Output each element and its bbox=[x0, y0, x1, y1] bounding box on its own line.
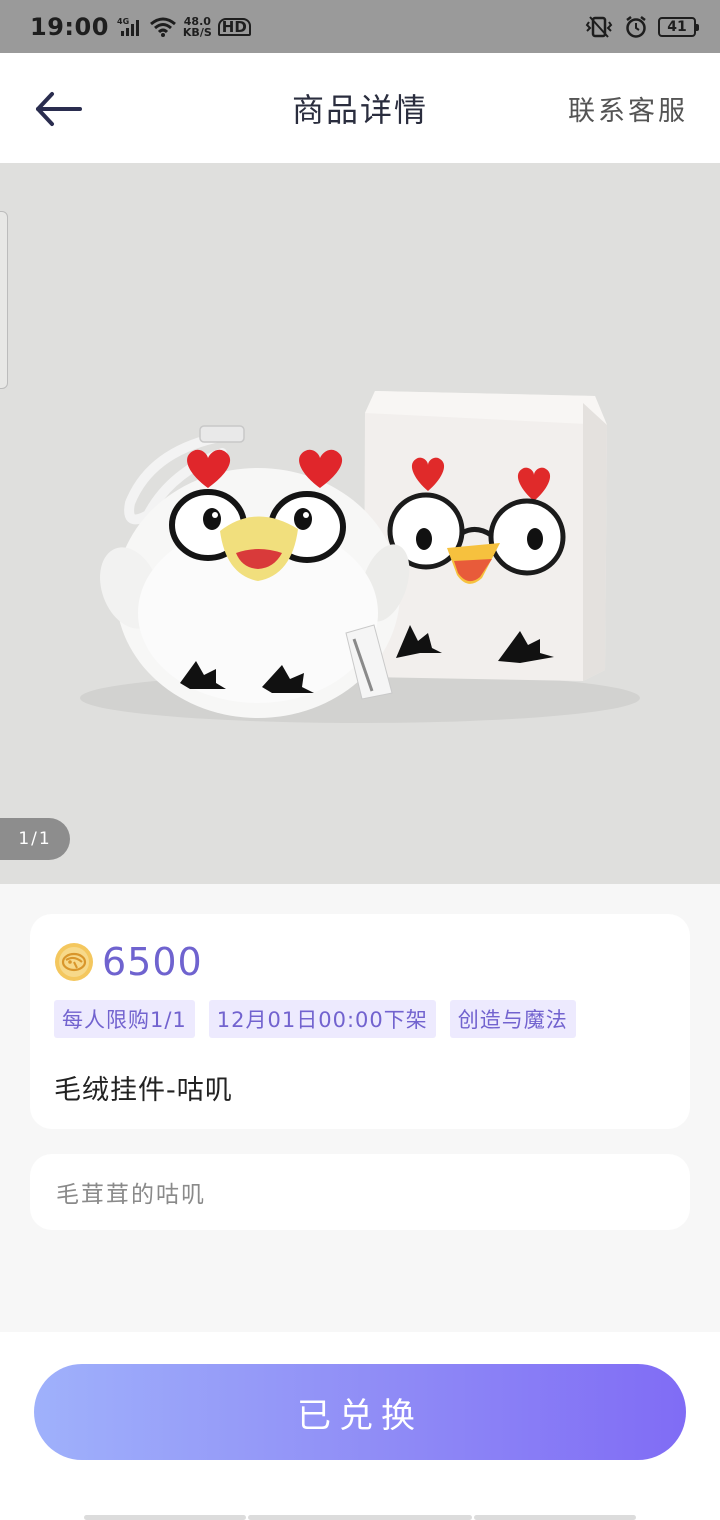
status-time: 19:00 bbox=[30, 12, 109, 41]
contact-service-link[interactable]: 联系客服 bbox=[568, 53, 688, 163]
status-bar: 19:00 4G 48.0 KB/S HD 41 bbox=[0, 0, 720, 53]
nav-indicator-right bbox=[474, 1515, 636, 1520]
network-speed: 48.0 KB/S bbox=[183, 16, 212, 38]
product-description: 毛茸茸的咕叽 bbox=[56, 1182, 206, 1208]
svg-text:4G: 4G bbox=[117, 17, 129, 26]
header-bar: 商品详情 联系客服 bbox=[0, 53, 720, 163]
battery-indicator: 41 bbox=[658, 16, 699, 37]
status-right-icons: 41 bbox=[584, 15, 699, 39]
gallery-pager: 1/1 bbox=[0, 818, 70, 860]
product-info-card: 6500 每人限购1/1 12月01日00:00下架 创造与魔法 毛绒挂件-咕叽 bbox=[30, 914, 690, 1129]
product-detail-screen: 19:00 4G 48.0 KB/S HD 41 商品详情 联系客服 1/1 6… bbox=[0, 0, 720, 1520]
network-speed-unit: KB/S bbox=[182, 25, 212, 39]
network-speed-value: 48.0 bbox=[183, 14, 211, 28]
product-photo bbox=[80, 391, 640, 723]
product-description-card: 毛茸茸的咕叽 bbox=[30, 1154, 690, 1230]
coin-icon bbox=[55, 943, 93, 981]
signal-4g-icon: 4G bbox=[117, 17, 139, 36]
wifi-icon bbox=[149, 17, 176, 37]
price-row: 6500 bbox=[54, 940, 666, 984]
tag-game: 创造与魔法 bbox=[449, 1000, 576, 1038]
status-left-icons: 4G 48.0 KB/S HD bbox=[117, 16, 251, 38]
nav-indicator-center bbox=[248, 1515, 472, 1520]
price-value: 6500 bbox=[102, 940, 203, 984]
product-image-gallery[interactable]: 1/1 bbox=[0, 163, 720, 884]
tag-list: 每人限购1/1 12月01日00:00下架 创造与魔法 bbox=[54, 1000, 666, 1038]
redeem-button[interactable]: 已兑换 bbox=[34, 1364, 686, 1460]
tag-purchase-limit: 每人限购1/1 bbox=[54, 1000, 195, 1038]
battery-level: 41 bbox=[667, 18, 687, 35]
arrow-left-icon bbox=[36, 92, 82, 126]
bottom-action-bar: 已兑换 bbox=[0, 1332, 720, 1520]
tag-delist-time: 12月01日00:00下架 bbox=[208, 1000, 436, 1038]
product-name: 毛绒挂件-咕叽 bbox=[54, 1075, 233, 1106]
hd-badge: HD bbox=[217, 17, 251, 36]
alarm-icon bbox=[626, 15, 646, 38]
vibrate-icon bbox=[585, 15, 613, 38]
back-button[interactable] bbox=[34, 89, 86, 129]
nav-indicator-left bbox=[84, 1515, 246, 1520]
